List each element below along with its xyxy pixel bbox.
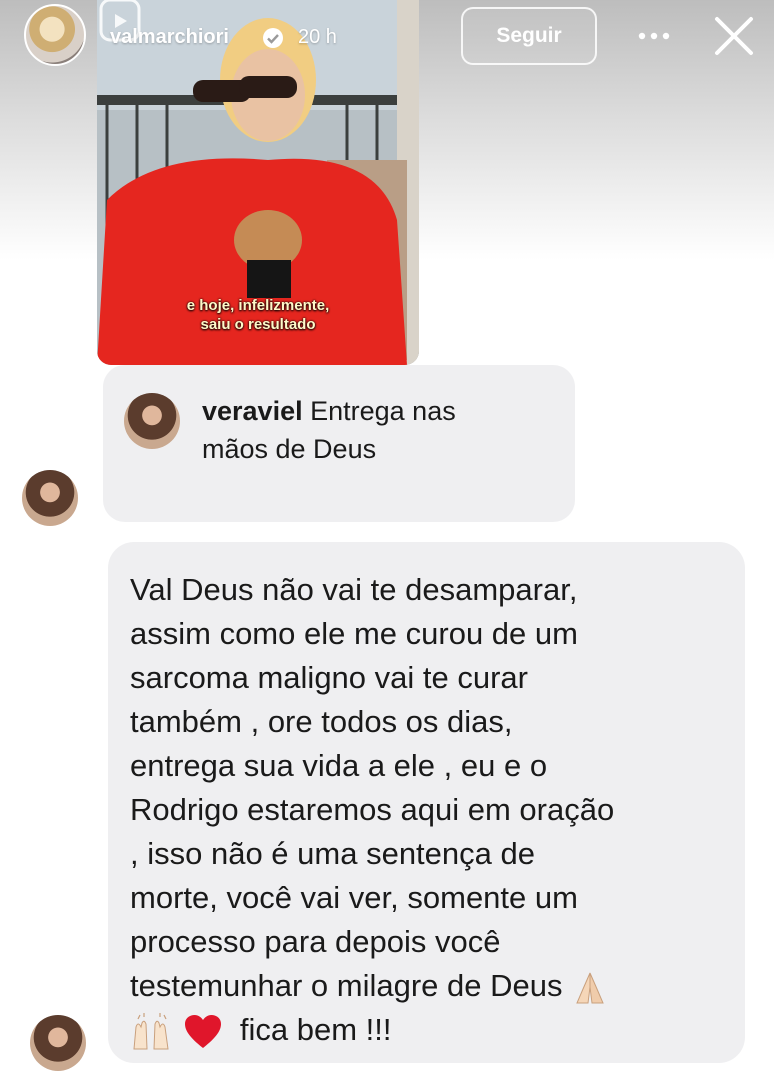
profile-username[interactable]: valmarchiori <box>110 26 229 49</box>
message-line-with-emoji: fica bem !!! <box>130 1008 730 1052</box>
story-header: valmarchiori 20 h Seguir <box>0 0 774 80</box>
message-text: Val Deus não vai te desamparar, assim co… <box>130 568 730 1052</box>
reply-text: veraviel Entrega nas mãos de Deus <box>202 392 542 468</box>
message-line: entrega sua vida a ele , eu e o <box>130 748 548 783</box>
message-line: sarcoma maligno vai te curar <box>130 660 528 695</box>
video-subtitle: e hoje, infelizmente, saiu o resultado <box>186 297 330 333</box>
raising-hands-icon <box>133 1012 169 1050</box>
reply-author-avatar[interactable] <box>124 393 180 449</box>
verified-badge-icon <box>263 28 283 48</box>
message-line: Rodrigo estaremos aqui em oração <box>130 792 615 827</box>
profile-avatar[interactable] <box>24 4 86 66</box>
close-icon[interactable] <box>712 14 756 58</box>
message-line: também , ore todos os dias, <box>130 704 513 739</box>
sender-avatar[interactable] <box>22 470 78 526</box>
message-line: morte, você vai ver, somente um <box>130 880 578 915</box>
post-timestamp: 20 h <box>298 26 337 48</box>
message-line: fica bem !!! <box>239 1012 392 1047</box>
message-line: , isso não é uma sentença de <box>130 836 535 871</box>
red-heart-icon <box>184 1014 221 1048</box>
sender-avatar[interactable] <box>30 1015 86 1071</box>
reply-username[interactable]: veraviel <box>202 396 303 426</box>
message-line: assim como ele me curou de um <box>130 616 578 651</box>
message-line: Val Deus não vai te desamparar, <box>130 572 578 607</box>
reply-line-1: Entrega nas <box>310 396 456 426</box>
follow-button[interactable]: Seguir <box>461 7 597 65</box>
reply-line-2: mãos de Deus <box>202 434 377 464</box>
message-line-with-emoji: testemunhar o milagre de Deus <box>130 964 730 1008</box>
more-options-icon[interactable] <box>636 28 672 44</box>
folded-hands-icon <box>576 972 604 1004</box>
message-line: processo para depois você <box>130 924 501 959</box>
message-line: testemunhar o milagre de Deus <box>130 968 563 1003</box>
